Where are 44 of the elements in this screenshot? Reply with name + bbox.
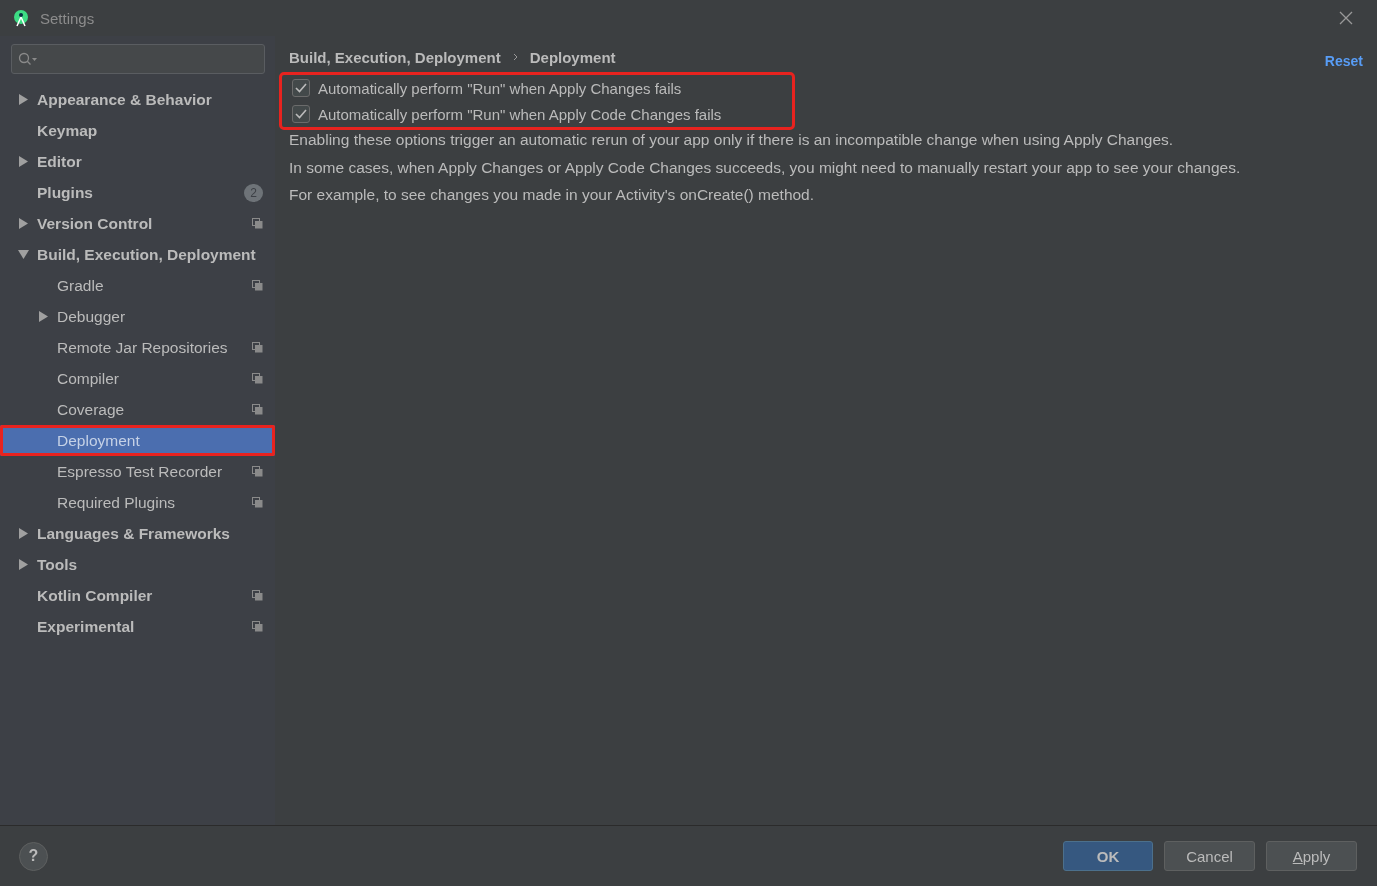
tree-item[interactable]: Editor [0, 146, 275, 177]
checkbox[interactable] [292, 105, 310, 123]
description-text: For example, to see changes you made in your Activity's onCreate() method. [289, 185, 816, 205]
apply-button[interactable]: Apply [1266, 841, 1357, 871]
ok-button[interactable]: OK [1063, 841, 1153, 871]
tree-item[interactable]: Coverage [0, 394, 275, 425]
chevron-icon [512, 53, 518, 61]
description-text: In some cases, when Apply Changes or Apply Code Changes succeeds, you might need to manually restart your app to see your changes. [289, 157, 1242, 178]
close-icon[interactable] [1339, 11, 1353, 25]
tree-item[interactable]: Compiler [0, 363, 275, 394]
collapsed-arrow-icon[interactable] [38, 311, 49, 322]
tree-item[interactable]: Gradle [0, 270, 275, 301]
android-logo-icon [12, 9, 30, 27]
tree-item[interactable]: Languages & Frameworks [0, 518, 275, 549]
tree-item[interactable]: Build, Execution, Deployment [0, 239, 275, 270]
search-field[interactable] [11, 44, 265, 74]
tree-item[interactable]: Deployment [0, 425, 275, 456]
tree-item[interactable]: Tools [0, 549, 275, 580]
checkbox[interactable] [292, 79, 310, 97]
cancel-button[interactable]: Cancel [1164, 841, 1255, 871]
tree-item[interactable]: Experimental [0, 611, 275, 642]
help-button[interactable]: ? [19, 841, 48, 871]
breadcrumb-item: Build, Execution, Deployment [289, 48, 501, 66]
collapsed-arrow-icon[interactable] [18, 559, 29, 570]
checkbox-option[interactable]: Automatically perform "Run" when Apply Changes fails [292, 79, 782, 97]
tree-item[interactable]: Version Control [0, 208, 275, 239]
search-icon [18, 52, 38, 66]
checkbox-option[interactable]: Automatically perform "Run" when Apply Code Changes fails [292, 105, 782, 123]
tree-item[interactable]: Debugger [0, 301, 275, 332]
tree-item[interactable]: Required Plugins [0, 487, 275, 518]
tree-item[interactable]: Remote Jar Repositories [0, 332, 275, 363]
tree-item[interactable]: Kotlin Compiler [0, 580, 275, 611]
reset-link[interactable]: Reset [1324, 53, 1363, 69]
tree-item[interactable]: Keymap [0, 115, 275, 146]
collapsed-arrow-icon[interactable] [18, 528, 29, 539]
collapsed-arrow-icon[interactable] [18, 94, 29, 105]
expanded-arrow-icon[interactable] [18, 249, 29, 260]
collapsed-arrow-icon[interactable] [18, 156, 29, 167]
description-text: Enabling these options trigger an automatic rerun of your app only if there is an incompatible change when using Apply Changes. [289, 130, 1175, 150]
breadcrumb-item: Deployment [529, 48, 616, 66]
tree-item[interactable]: Espresso Test Recorder [0, 456, 275, 487]
window-title: Settings [40, 9, 95, 27]
tree-item[interactable]: Appearance & Behavior [0, 84, 275, 115]
collapsed-arrow-icon[interactable] [18, 218, 29, 229]
